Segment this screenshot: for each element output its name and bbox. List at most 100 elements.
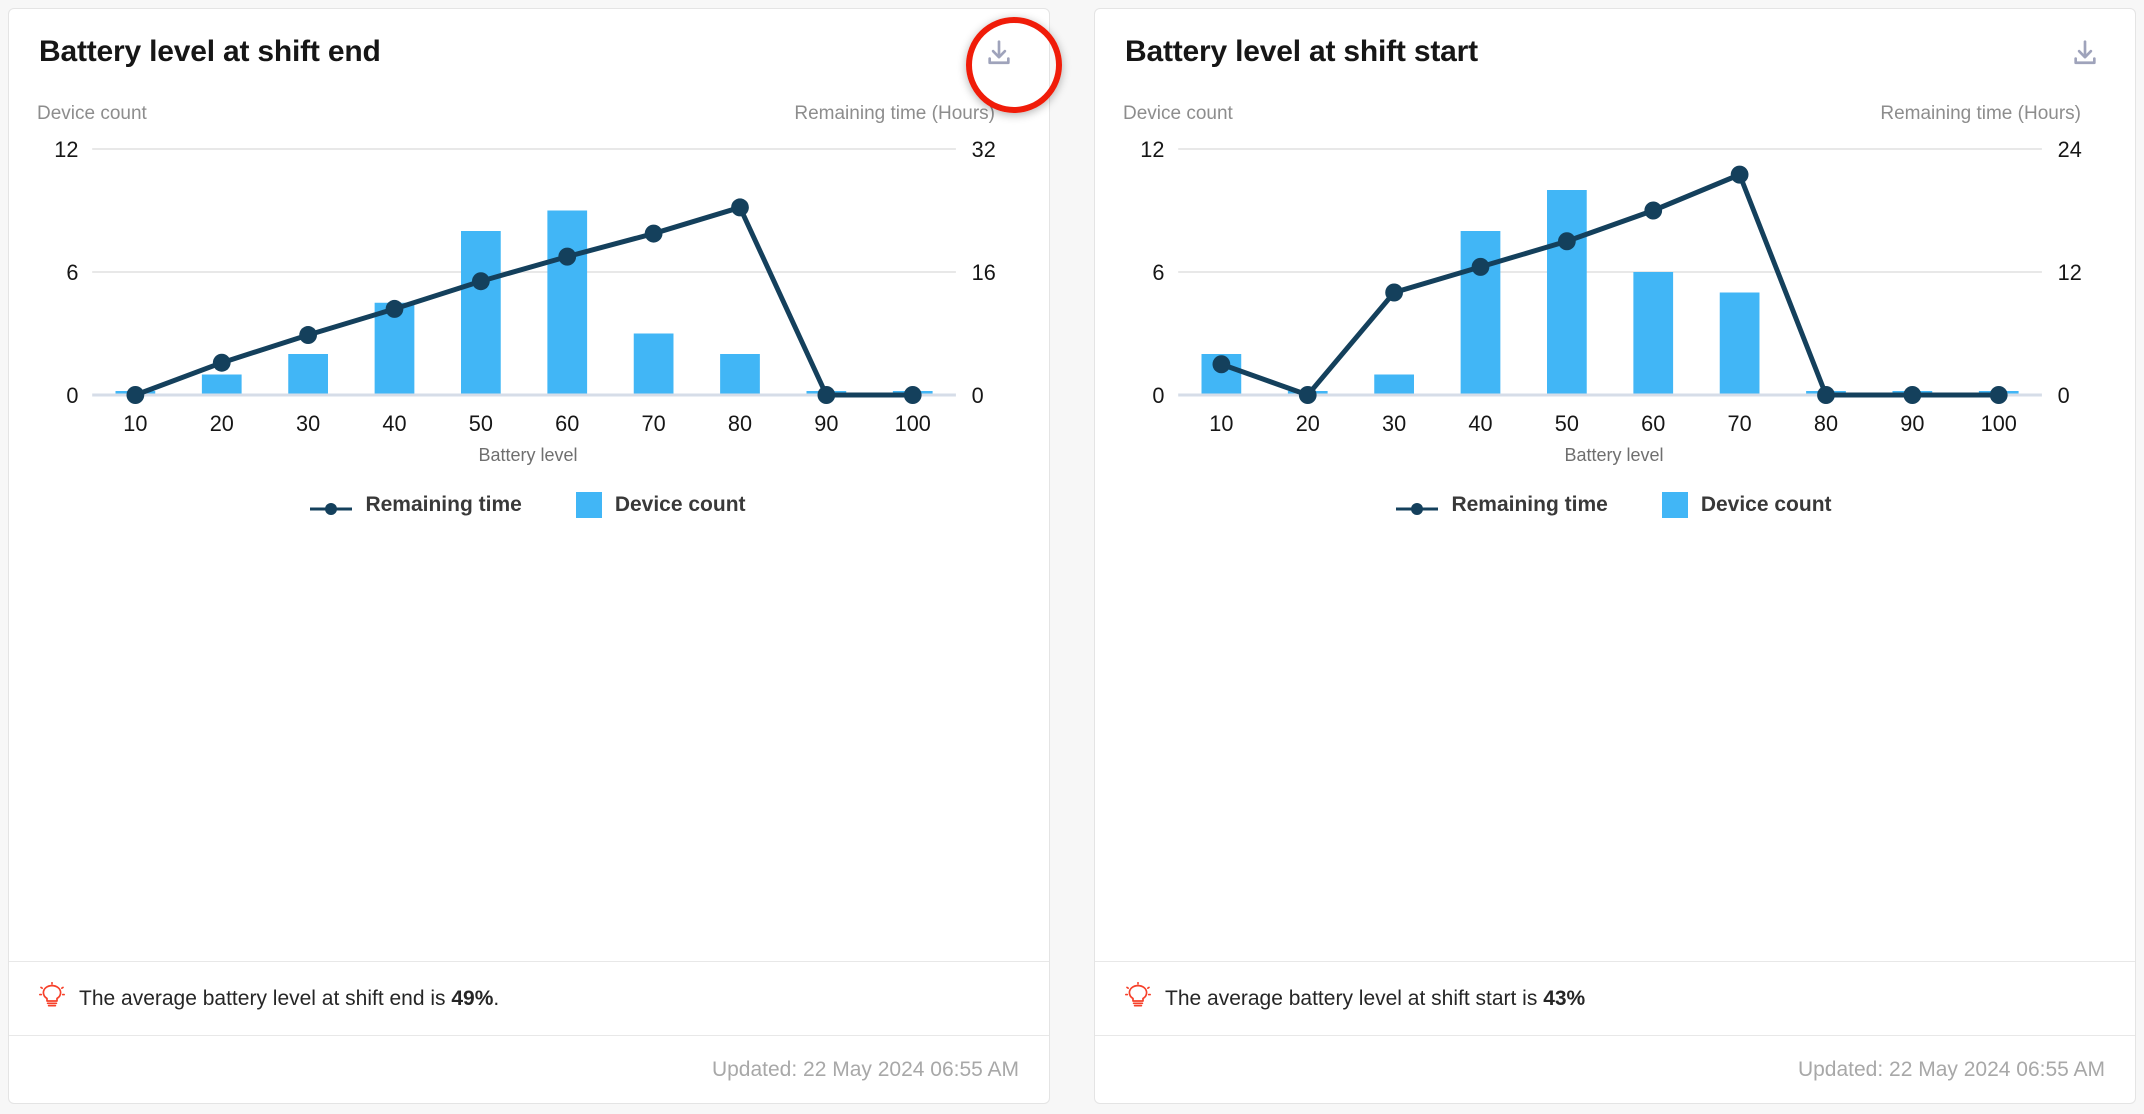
insight-value: 43% [1543, 986, 1586, 1010]
svg-text:90: 90 [1900, 411, 1924, 436]
line-point [471, 272, 490, 291]
card-spacer [1095, 518, 2135, 961]
legend-item-remaining-time[interactable]: Remaining time [1396, 493, 1608, 517]
line-point [1557, 232, 1576, 251]
updated-row: Updated: 22 May 2024 06:55 AM [1095, 1035, 2135, 1103]
chart-legend: Remaining time Device count [35, 492, 1021, 518]
svg-text:20: 20 [1296, 411, 1320, 436]
plot-area: 0 6 12 0 12 24 10 20 30 40 50 60 70 80 90 100 [1121, 141, 2107, 441]
svg-text:0: 0 [972, 383, 984, 408]
legend-label: Device count [614, 493, 746, 516]
line-point [1730, 165, 1749, 184]
line-point [1385, 283, 1403, 302]
line-marker-icon [1396, 498, 1439, 515]
svg-text:12: 12 [2058, 260, 2082, 285]
line-point [903, 386, 922, 404]
line-point [1903, 386, 1922, 404]
right-axis-title: Remaining time (Hours) [794, 103, 995, 124]
download-icon-glyph [2074, 40, 2096, 65]
line-point [385, 299, 404, 318]
bar [1460, 231, 1501, 395]
legend-label: Remaining time [365, 493, 522, 516]
card-spacer [9, 518, 1049, 961]
lightbulb-icon [39, 981, 65, 1015]
line-point [1471, 257, 1490, 276]
line-point [212, 353, 231, 372]
lightbulb-icon [1125, 981, 1151, 1015]
legend-item-remaining-time[interactable]: Remaining time [310, 493, 522, 517]
updated-timestamp: Updated: 22 May 2024 06:55 AM [1797, 1057, 2105, 1081]
x-axis-title: Battery level [1564, 445, 1664, 465]
line-point [1298, 386, 1317, 404]
svg-text:32: 32 [972, 141, 996, 162]
download-icon[interactable] [979, 33, 1019, 73]
bar [720, 354, 760, 395]
line-point [1989, 386, 2008, 404]
svg-text:100: 100 [895, 411, 931, 436]
line-point [558, 247, 577, 266]
legend-label: Device count [1700, 493, 1832, 516]
left-axis-title: Device count [37, 103, 147, 124]
svg-text:0: 0 [2058, 383, 2070, 408]
axis-titles: Device count Remaining time (Hours) [1121, 85, 2107, 125]
updated-timestamp: Updated: 22 May 2024 06:55 AM [711, 1057, 1019, 1081]
plot-area: 0 6 12 0 16 32 10 20 30 40 50 60 70 80 90 100 [35, 141, 1021, 441]
svg-text:80: 80 [1814, 411, 1838, 436]
line-point [817, 386, 836, 404]
legend-item-device-count[interactable]: Device count [1661, 492, 1832, 518]
line-point [731, 198, 749, 217]
svg-text:50: 50 [469, 411, 493, 436]
bar [1374, 374, 1414, 395]
card-header: Battery level at shift start [1095, 9, 2135, 85]
chart-container: Device count Remaining time (Hours) 0 6 12… [9, 85, 1049, 518]
svg-text:30: 30 [296, 411, 320, 436]
lightbulb-glyph [1125, 981, 1151, 1007]
svg-text:0: 0 [1152, 383, 1164, 408]
square-swatch-icon [1661, 492, 1688, 518]
svg-text:70: 70 [642, 411, 666, 436]
line-point [644, 224, 663, 243]
insight-row: The average battery level at shift end i… [9, 961, 1049, 1035]
left-axis-title: Device count [1123, 103, 1233, 124]
legend-item-device-count[interactable]: Device count [575, 492, 746, 518]
bar [288, 354, 328, 395]
download-icon[interactable] [2065, 33, 2105, 73]
svg-text:10: 10 [1209, 411, 1233, 436]
legend-label: Remaining time [1451, 493, 1608, 516]
line-point [1644, 201, 1663, 220]
x-axis-title: Battery level [478, 445, 578, 465]
trend-line [132, 204, 916, 398]
insight-text: The average battery level at shift end i… [79, 987, 499, 1011]
svg-text:100: 100 [1981, 411, 2017, 436]
svg-text:70: 70 [1728, 411, 1752, 436]
right-axis-title: Remaining time (Hours) [1880, 103, 2081, 124]
page-title: Battery level at shift end [39, 35, 381, 68]
line-point [1817, 386, 1835, 404]
card-battery-shift-start: Battery level at shift start Device coun… [1094, 8, 2136, 1104]
bar [547, 210, 588, 395]
bar [1633, 272, 1674, 395]
svg-text:0: 0 [66, 383, 78, 408]
line-point [299, 326, 317, 345]
square-swatch-icon [575, 492, 602, 518]
legend-line-glyph [310, 503, 353, 515]
svg-text:90: 90 [814, 411, 838, 436]
card-battery-shift-end: Battery level at shift end Device count … [8, 8, 1062, 1104]
insight-value: 49% [451, 986, 494, 1010]
svg-text:12: 12 [54, 141, 78, 162]
svg-text:60: 60 [1641, 411, 1665, 436]
insight-suffix: . [493, 986, 500, 1010]
card-header: Battery level at shift end [9, 9, 1049, 85]
insight-row: The average battery level at shift start… [1095, 961, 2135, 1035]
line-point [1212, 355, 1231, 374]
legend-line-glyph [1396, 503, 1439, 515]
line-point [126, 386, 145, 404]
bar [633, 333, 674, 395]
svg-text:50: 50 [1555, 411, 1579, 436]
insight-text: The average battery level at shift start… [1165, 987, 1585, 1011]
svg-text:16: 16 [972, 260, 996, 285]
axis-titles: Device count Remaining time (Hours) [35, 85, 1021, 125]
chart-legend: Remaining time Device count [1121, 492, 2107, 518]
bar [1547, 190, 1587, 395]
svg-text:24: 24 [2058, 141, 2082, 162]
